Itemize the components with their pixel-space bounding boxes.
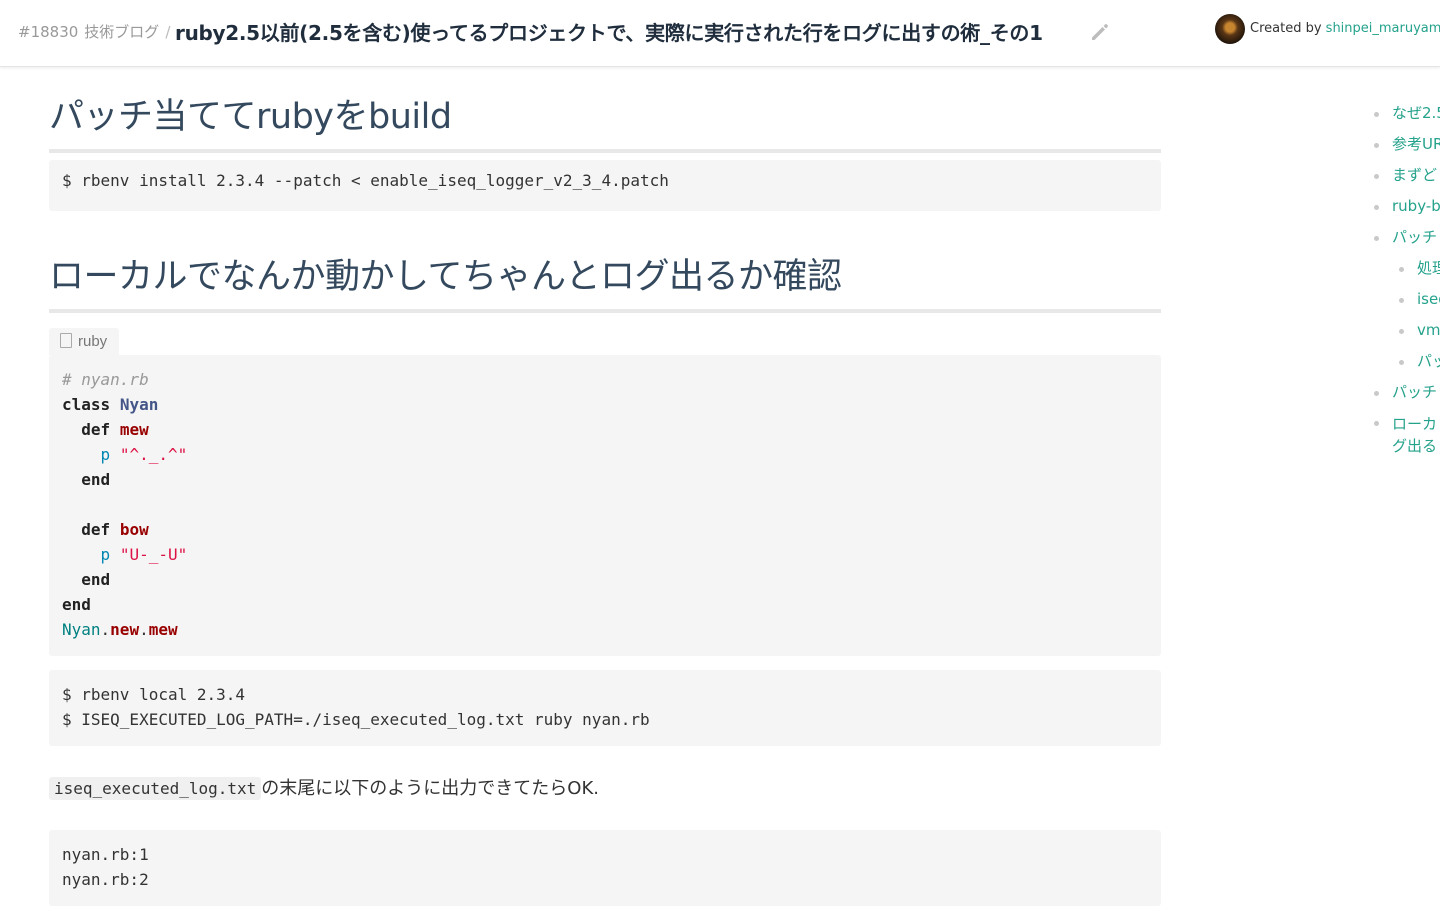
code-dot: . bbox=[100, 620, 111, 639]
page-title: ruby2.5以前(2.5を含む)使ってるプロジェクトで、実際に実行された行をロ… bbox=[175, 21, 1043, 45]
toc-item[interactable]: 参考URL bbox=[1370, 129, 1440, 160]
code-method-name: bow bbox=[119, 520, 149, 539]
code-keyword: class bbox=[62, 395, 111, 414]
toc-item[interactable]: パッチ bbox=[1370, 377, 1440, 408]
code-keyword: def bbox=[81, 420, 111, 439]
toc-link[interactable]: ローカグ出る bbox=[1392, 415, 1437, 455]
toc-link[interactable]: パッチ bbox=[1392, 383, 1437, 401]
toc-link[interactable]: ruby-bu bbox=[1392, 197, 1440, 215]
toc-subitem[interactable]: iseq bbox=[1370, 284, 1440, 315]
post-meta: #18830 技術ブログ / bbox=[18, 21, 176, 42]
section-heading: ローカルでなんか動かしてちゃんとログ出るか確認 bbox=[49, 248, 1161, 313]
code-method-call: mew bbox=[148, 620, 178, 639]
toc-subitem[interactable]: パッ bbox=[1370, 346, 1440, 377]
file-icon bbox=[60, 333, 72, 348]
code-method-name: mew bbox=[119, 420, 149, 439]
code-keyword: end bbox=[62, 595, 91, 614]
code-block: $ rbenv install 2.3.4 --patch < enable_i… bbox=[49, 160, 1161, 211]
code-string: "U-_-U" bbox=[119, 545, 188, 564]
created-by: Created by shinpei_maruyama bbox=[1250, 21, 1440, 36]
post-header: #18830 技術ブログ / ruby2.5以前(2.5を含む)使ってるプロジェクト… bbox=[0, 0, 1440, 67]
code-builtin: p bbox=[100, 445, 111, 464]
code-block: nyan.rb:1 nyan.rb:2 bbox=[49, 830, 1161, 906]
pencil-icon[interactable] bbox=[1088, 20, 1112, 44]
inline-code: iseq_executed_log.txt bbox=[49, 777, 262, 800]
toc-link[interactable]: パッチ bbox=[1392, 228, 1437, 246]
code-keyword: end bbox=[81, 470, 111, 489]
paragraph: iseq_executed_log.txt の末尾に以下のように出力できてたらOK… bbox=[49, 774, 599, 800]
code-language-tab: ruby bbox=[49, 328, 120, 355]
post-number[interactable]: #18830 bbox=[18, 23, 78, 41]
avatar[interactable] bbox=[1215, 14, 1245, 44]
table-of-contents: なぜ2.5 参考URL まずど ruby-bu パッチ 処理 iseq vm_ … bbox=[1370, 98, 1440, 457]
code-constant: Nyan bbox=[62, 620, 101, 639]
author-link[interactable]: shinpei_maruyama bbox=[1326, 21, 1440, 36]
toc-item[interactable]: ruby-bu bbox=[1370, 191, 1440, 222]
breadcrumb-separator: / bbox=[165, 23, 171, 41]
toc-item[interactable]: ローカグ出る bbox=[1370, 408, 1440, 457]
code-builtin: p bbox=[100, 545, 111, 564]
toc-link[interactable]: まずど bbox=[1392, 166, 1437, 184]
code-comment: # nyan.rb bbox=[62, 370, 149, 389]
code-method-call: new bbox=[110, 620, 140, 639]
toc-link[interactable]: なぜ2.5 bbox=[1392, 104, 1440, 122]
code-keyword: end bbox=[81, 570, 111, 589]
category-link[interactable]: 技術ブログ bbox=[84, 23, 159, 41]
section-heading: パッチ当ててrubyをbuild bbox=[49, 88, 1161, 153]
paragraph-text: の末尾に以下のように出力できてたらOK. bbox=[261, 778, 599, 799]
toc-item[interactable]: なぜ2.5 bbox=[1370, 98, 1440, 129]
code-dot: . bbox=[139, 620, 149, 639]
toc-link[interactable]: 参考URL bbox=[1392, 135, 1440, 153]
code-class-name: Nyan bbox=[119, 395, 159, 414]
toc-link[interactable]: iseq bbox=[1417, 290, 1440, 308]
toc-link[interactable]: vm_ bbox=[1417, 321, 1440, 339]
ruby-code-block: # nyan.rb class Nyan def mew p "^._.^" e… bbox=[49, 355, 1161, 656]
toc-link[interactable]: パッ bbox=[1417, 352, 1440, 370]
code-string: "^._.^" bbox=[119, 445, 188, 464]
code-keyword: def bbox=[81, 520, 111, 539]
toc-subitem[interactable]: 処理 bbox=[1370, 253, 1440, 284]
toc-item[interactable]: まずど bbox=[1370, 160, 1440, 191]
code-block: $ rbenv local 2.3.4 $ ISEQ_EXECUTED_LOG_… bbox=[49, 670, 1161, 746]
toc-link[interactable]: 処理 bbox=[1417, 259, 1440, 277]
toc-subitem[interactable]: vm_ bbox=[1370, 315, 1440, 346]
created-by-label: Created by bbox=[1250, 21, 1322, 36]
code-language-label: ruby bbox=[78, 333, 108, 350]
toc-item[interactable]: パッチ bbox=[1370, 222, 1440, 253]
